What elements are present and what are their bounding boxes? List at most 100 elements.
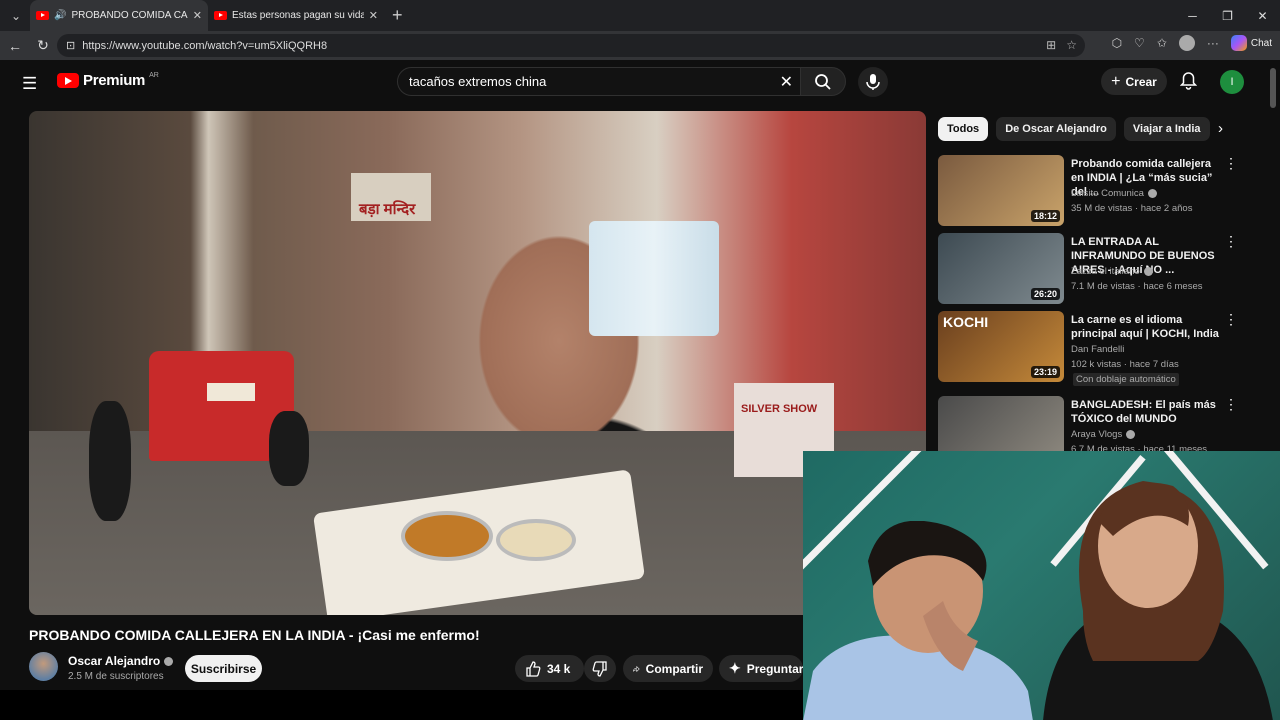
window-controls: ─ ❐ ✕ <box>1175 0 1280 31</box>
recommendation-channel[interactable]: Araya Vlogs <box>1071 429 1136 440</box>
chip-todos[interactable]: Todos <box>938 117 989 141</box>
recommendation-item[interactable]: 26:20 LA ENTRADA AL INFRAMUNDO DE BUENOS… <box>938 233 1258 305</box>
page-scrollbar[interactable] <box>1270 68 1276 108</box>
tab-active[interactable]: 🔊 PROBANDO COMIDA CALLEJERA EN LA INDIA … <box>30 0 208 31</box>
video-thumbnail[interactable]: 26:20 <box>938 233 1064 304</box>
video-duration: 18:12 <box>1030 210 1060 222</box>
recommendation-channel[interactable]: Luisito Comunica <box>1071 188 1157 199</box>
recommendation-channel[interactable]: Dan Fandelli <box>1071 344 1124 355</box>
reactor-person-right <box>1043 481 1273 720</box>
recommendation-item[interactable]: 18:12 Probando comida callejera en INDIA… <box>938 155 1258 227</box>
notifications-button[interactable] <box>1179 72 1198 95</box>
share-icon <box>633 665 640 672</box>
channel-label: Luisito Comunica <box>1071 188 1144 199</box>
address-bar[interactable]: ⊡ https://www.youtube.com/watch?v=um5Xli… <box>57 34 1085 57</box>
channel-label: Zazza el italiano <box>1071 266 1140 277</box>
copilot-chat-button[interactable]: Chat <box>1230 35 1272 51</box>
video-thumbnail[interactable]: KOCHI 23:19 <box>938 311 1064 382</box>
hamburger-menu-icon[interactable]: ☰ <box>22 74 37 94</box>
close-window-icon[interactable]: ✕ <box>1245 0 1280 31</box>
toolbar-right: ⬡ ♡ ✩ ··· Chat <box>1112 35 1272 51</box>
speaker-icon[interactable]: 🔊 <box>54 10 66 21</box>
minimize-icon[interactable]: ─ <box>1175 0 1210 31</box>
chip-channel[interactable]: De Oscar Alejandro <box>996 117 1116 141</box>
video-thumbnail[interactable]: 18:12 <box>938 155 1064 226</box>
video-duration: 23:19 <box>1030 366 1060 378</box>
recommendation-item[interactable]: KOCHI 23:19 La carne es el idioma princi… <box>938 311 1258 391</box>
like-button[interactable]: 34 k <box>515 655 584 682</box>
favorites-icon[interactable]: ✩ <box>1157 36 1167 50</box>
channel-avatar[interactable] <box>29 652 58 681</box>
share-button[interactable]: Compartir <box>623 655 713 682</box>
chat-label: Chat <box>1250 37 1272 49</box>
tab-title: Estas personas pagan su vida con <box>232 10 364 21</box>
share-label: Compartir <box>645 661 703 676</box>
bell-icon <box>1179 72 1198 90</box>
thumbnail-text: KOCHI <box>943 314 989 330</box>
sparkle-icon: ✦ <box>729 660 741 676</box>
search-button[interactable] <box>800 67 846 96</box>
search-input[interactable]: tacaños extremos china ✕ <box>397 67 803 96</box>
create-button[interactable]: + Crear <box>1101 68 1167 95</box>
ask-button[interactable]: ✦ Preguntar <box>719 655 803 682</box>
close-tab-icon[interactable]: ✕ <box>193 9 202 22</box>
extensions-icon[interactable]: ⬡ <box>1112 36 1122 50</box>
more-options-icon[interactable]: ⋮ <box>1224 155 1238 172</box>
tab-title: PROBANDO COMIDA CALLEJERA EN LA INDIA <box>71 10 188 21</box>
back-icon[interactable]: ← <box>2 38 28 54</box>
recommendation-title[interactable]: La carne es el idioma principal aquí | K… <box>1071 313 1221 341</box>
clear-search-icon[interactable]: ✕ <box>780 72 793 92</box>
verified-icon <box>1147 189 1157 198</box>
voice-search-button[interactable] <box>858 67 888 97</box>
youtube-favicon-icon <box>214 11 227 20</box>
more-options-icon[interactable]: ⋮ <box>1224 396 1238 413</box>
reload-icon[interactable]: ↻ <box>30 37 56 54</box>
more-options-icon[interactable]: ⋮ <box>1224 311 1238 328</box>
user-avatar[interactable]: I <box>1220 70 1244 94</box>
recommendation-channel[interactable]: Zazza el italiano <box>1071 266 1153 277</box>
site-info-icon[interactable]: ⊡ <box>66 39 75 52</box>
verified-icon <box>1143 267 1153 276</box>
close-tab-icon[interactable]: ✕ <box>369 9 378 22</box>
youtube-logo[interactable]: Premium AR <box>57 72 159 89</box>
restore-icon[interactable]: ❐ <box>1210 0 1245 31</box>
new-tab-icon[interactable]: + <box>392 5 403 26</box>
app-available-icon[interactable]: ⊞ <box>1046 38 1056 52</box>
verified-icon <box>164 656 174 666</box>
more-menu-icon[interactable]: ··· <box>1207 36 1219 50</box>
video-water-bottles <box>589 221 719 336</box>
channel-name-text: Oscar Alejandro <box>68 654 161 668</box>
video-player[interactable]: बड़ा मन्दिर SILVER SHOW <box>29 111 926 615</box>
like-count: 34 k <box>547 661 571 676</box>
video-title: PROBANDO COMIDA CALLEJERA EN LA INDIA - … <box>29 627 480 643</box>
more-options-icon[interactable]: ⋮ <box>1224 233 1238 250</box>
dubbing-badge: Con doblaje automático <box>1073 373 1179 386</box>
search-query: tacaños extremos china <box>409 74 547 89</box>
browser-tab-strip: ⌄ 🔊 PROBANDO COMIDA CALLEJERA EN LA INDI… <box>0 0 1280 31</box>
recommendation-title[interactable]: BANGLADESH: El país más TÓXICO del MUNDO <box>1071 398 1221 426</box>
video-duration: 26:20 <box>1030 288 1060 300</box>
chevron-right-icon[interactable]: › <box>1218 120 1223 137</box>
tab-search-icon[interactable]: ⌄ <box>2 4 30 28</box>
logo-country: AR <box>149 72 159 79</box>
profile-avatar[interactable] <box>1178 35 1195 51</box>
video-sign-text: बड़ा मन्दिर <box>359 201 416 218</box>
recommendation-meta: 7.1 M de vistas · hace 6 meses <box>1071 281 1203 292</box>
favorite-star-icon[interactable]: ☆ <box>1066 38 1077 52</box>
logo-text: Premium <box>83 72 146 89</box>
youtube-play-icon <box>57 73 79 88</box>
channel-name[interactable]: Oscar Alejandro <box>68 654 174 668</box>
video-card-text: SILVER SHOW <box>741 403 818 415</box>
address-toolbar: ← ↻ ⊡ https://www.youtube.com/watch?v=um… <box>0 31 1280 60</box>
recommendation-meta: 35 M de vistas · hace 2 años <box>1071 203 1193 214</box>
dislike-button[interactable] <box>584 655 616 682</box>
channel-label: Araya Vlogs <box>1071 429 1123 440</box>
bottom-letterbox <box>0 690 803 720</box>
tab-inactive[interactable]: Estas personas pagan su vida con ✕ <box>208 0 384 31</box>
subscribe-button[interactable]: Suscribirse <box>185 655 262 682</box>
thumbs-up-icon <box>526 660 541 677</box>
performance-icon[interactable]: ♡ <box>1134 36 1145 50</box>
copilot-icon <box>1230 35 1247 51</box>
chip-india[interactable]: Viajar a India <box>1123 117 1210 141</box>
thumbs-down-icon <box>592 660 607 677</box>
